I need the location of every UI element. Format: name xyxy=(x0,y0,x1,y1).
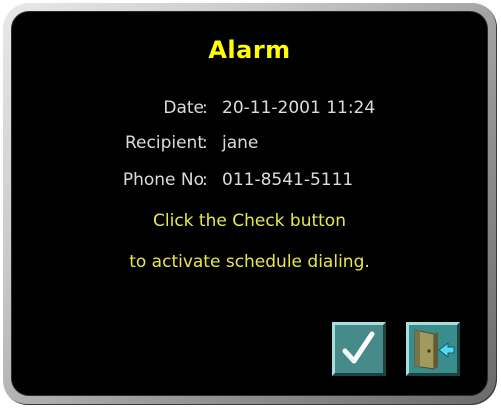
recipient-row: Recipient : jane xyxy=(12,133,487,159)
date-value: 20-11-2001 11:24 xyxy=(222,98,376,118)
exit-button[interactable] xyxy=(406,322,460,376)
check-icon xyxy=(342,331,375,364)
date-row: Date : 20-11-2001 11:24 xyxy=(12,98,487,124)
recipient-value: jane xyxy=(222,133,259,153)
phone-row: Phone No : 011-8541-5111 xyxy=(12,170,487,196)
phone-value: 011-8541-5111 xyxy=(222,170,354,190)
instruction-line-1: Click the Check button xyxy=(153,211,346,231)
recipient-separator: : xyxy=(202,133,208,153)
alarm-dialog-frame: Alarm Date : 20-11-2001 11:24 Recipient … xyxy=(2,2,497,405)
confirm-check-button[interactable] xyxy=(332,322,386,376)
phone-label: Phone No xyxy=(122,170,204,190)
instruction-line-2: to activate schedule dialing. xyxy=(129,252,370,272)
phone-separator: : xyxy=(202,170,208,190)
date-separator: : xyxy=(202,98,208,118)
exit-door-icon xyxy=(414,329,455,370)
alarm-dialog-panel: Alarm Date : 20-11-2001 11:24 Recipient … xyxy=(11,11,488,396)
dialog-title: Alarm xyxy=(208,36,291,64)
date-label: Date xyxy=(163,98,204,118)
recipient-label: Recipient xyxy=(125,133,204,153)
